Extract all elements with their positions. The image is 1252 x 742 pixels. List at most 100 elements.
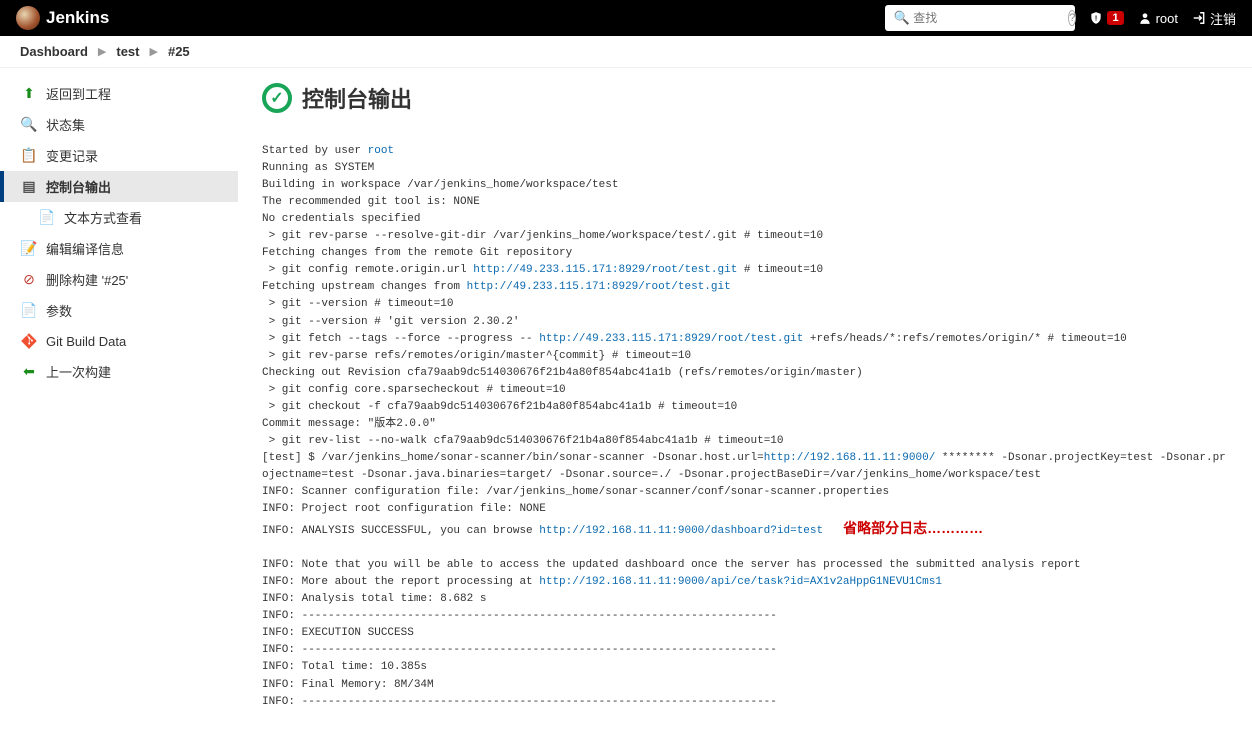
console-line: Checking out Revision cfa79aab9dc5140306… bbox=[262, 367, 863, 379]
user-name: root bbox=[1156, 11, 1178, 26]
console-line: Running as SYSTEM bbox=[262, 162, 374, 174]
help-icon[interactable]: ? bbox=[1068, 10, 1076, 26]
git-url-link[interactable]: http://49.233.115.171:8929/root/test.git bbox=[473, 264, 737, 276]
annotated-line: INFO: ANALYSIS SUCCESSFUL, you can brows… bbox=[262, 518, 1228, 540]
sidebar-item-git[interactable]: Git Build Data bbox=[0, 326, 238, 356]
logout-label: 注销 bbox=[1210, 9, 1236, 28]
user-icon bbox=[1138, 11, 1152, 25]
sidebar-item-back[interactable]: ⬆ 返回到工程 bbox=[0, 78, 238, 109]
console-line: Fetching changes from the remote Git rep… bbox=[262, 247, 572, 259]
breadcrumb-build[interactable]: #25 bbox=[168, 44, 190, 59]
body: ⬆ 返回到工程 🔍 状态集 📋 变更记录 ▤ 控制台输出 📄 文本方式查看 📝 … bbox=[0, 68, 1252, 742]
console-line: INFO: ANALYSIS SUCCESSFUL, you can brows… bbox=[262, 525, 539, 537]
breadcrumb-sep: ▶ bbox=[98, 45, 106, 58]
user-menu[interactable]: root bbox=[1138, 11, 1178, 26]
sonar-host-link[interactable]: http://192.168.11.11:9000/ bbox=[764, 452, 936, 464]
console-line: > git --version # 'git version 2.30.2' bbox=[262, 316, 519, 328]
console-line: > git rev-list --no-walk cfa79aab9dc5140… bbox=[262, 435, 784, 447]
console-line: > git config remote.origin.url bbox=[262, 264, 473, 276]
sidebar-item-label: Git Build Data bbox=[46, 334, 126, 349]
console-line: INFO: Analysis total time: 8.682 s bbox=[262, 593, 486, 605]
sonar-task-link[interactable]: http://192.168.11.11:9000/api/ce/task?id… bbox=[539, 576, 942, 588]
brand-text: Jenkins bbox=[46, 8, 109, 28]
sidebar-item-label: 文本方式查看 bbox=[64, 208, 142, 227]
console-line: Fetching upstream changes from bbox=[262, 281, 467, 293]
page-title: 控制台输出 bbox=[302, 82, 412, 114]
alert-count: 1 bbox=[1107, 11, 1123, 25]
arrow-up-icon: ⬆ bbox=[20, 85, 38, 103]
magnifier-icon: 🔍 bbox=[20, 116, 38, 134]
sidebar-item-editinfo[interactable]: 📝 编辑编译信息 bbox=[0, 233, 238, 264]
sidebar-item-changes[interactable]: 📋 变更记录 bbox=[0, 140, 238, 171]
search-input[interactable] bbox=[913, 11, 1068, 25]
list-icon: 📋 bbox=[20, 147, 38, 165]
sidebar-item-label: 变更记录 bbox=[46, 146, 98, 165]
console-output: Started by user root Running as SYSTEM B… bbox=[262, 126, 1228, 728]
sidebar-item-delete[interactable]: ⊘ 删除构建 '#25' bbox=[0, 264, 238, 295]
alerts[interactable]: ! 1 bbox=[1089, 11, 1123, 25]
console-line: Building in workspace /var/jenkins_home/… bbox=[262, 179, 618, 191]
console-line: > git rev-parse refs/remotes/origin/mast… bbox=[262, 350, 691, 362]
user-link[interactable]: root bbox=[368, 145, 394, 157]
brand[interactable]: Jenkins bbox=[16, 6, 109, 30]
page-title-row: ✓ 控制台输出 bbox=[262, 82, 1228, 114]
breadcrumb-dashboard[interactable]: Dashboard bbox=[20, 44, 88, 59]
logout-button[interactable]: 注销 bbox=[1192, 9, 1236, 28]
breadcrumb-project[interactable]: test bbox=[116, 44, 139, 59]
delete-icon: ⊘ bbox=[20, 271, 38, 289]
logout-icon bbox=[1192, 11, 1206, 25]
sidebar-item-status[interactable]: 🔍 状态集 bbox=[0, 109, 238, 140]
console-line: The recommended git tool is: NONE bbox=[262, 196, 480, 208]
sidebar-item-prev[interactable]: ⬅ 上一次构建 bbox=[0, 356, 238, 387]
edit-icon: 📝 bbox=[20, 240, 38, 258]
annotation-text: 省略部分日志………… bbox=[843, 518, 983, 540]
main-content: ✓ 控制台输出 Started by user root Running as … bbox=[238, 68, 1252, 742]
params-icon: 📄 bbox=[20, 302, 38, 320]
console-line: > git config core.sparsecheckout # timeo… bbox=[262, 384, 566, 396]
console-line: INFO: More about the report processing a… bbox=[262, 576, 539, 588]
console-line: INFO: Scanner configuration file: /var/j… bbox=[262, 486, 889, 498]
console-line: INFO: ----------------------------------… bbox=[262, 644, 777, 656]
sidebar-item-label: 删除构建 '#25' bbox=[46, 270, 128, 289]
console-inline: # timeout=10 bbox=[737, 264, 823, 276]
sidebar-item-label: 控制台输出 bbox=[46, 177, 111, 196]
sidebar-item-label: 编辑编译信息 bbox=[46, 239, 124, 258]
breadcrumb: Dashboard ▶ test ▶ #25 bbox=[0, 36, 1252, 68]
arrow-left-icon: ⬅ bbox=[20, 363, 38, 381]
breadcrumb-sep: ▶ bbox=[150, 45, 158, 58]
sidebar-item-plaintext[interactable]: 📄 文本方式查看 bbox=[0, 202, 238, 233]
svg-text:!: ! bbox=[1095, 15, 1097, 22]
sidebar-item-console[interactable]: ▤ 控制台输出 bbox=[0, 171, 238, 202]
git-url-link[interactable]: http://49.233.115.171:8929/root/test.git bbox=[539, 333, 803, 345]
console-line: Started by user bbox=[262, 145, 368, 157]
success-icon: ✓ bbox=[262, 83, 292, 113]
console-line: [test] $ /var/jenkins_home/sonar-scanner… bbox=[262, 452, 764, 464]
sidebar: ⬆ 返回到工程 🔍 状态集 📋 变更记录 ▤ 控制台输出 📄 文本方式查看 📝 … bbox=[0, 68, 238, 742]
console-line: INFO: Final Memory: 8M/34M bbox=[262, 679, 434, 691]
sidebar-item-label: 上一次构建 bbox=[46, 362, 111, 381]
console-line: > git --version # timeout=10 bbox=[262, 298, 453, 310]
console-line: No credentials specified bbox=[262, 213, 420, 225]
document-icon: 📄 bbox=[38, 209, 56, 227]
sidebar-item-label: 状态集 bbox=[46, 115, 85, 134]
sonar-dash-link[interactable]: http://192.168.11.11:9000/dashboard?id=t… bbox=[539, 525, 823, 537]
sidebar-item-label: 返回到工程 bbox=[46, 84, 111, 103]
search-icon: 🔍 bbox=[893, 10, 909, 26]
terminal-icon: ▤ bbox=[20, 178, 38, 196]
git-icon bbox=[20, 332, 38, 350]
shield-icon: ! bbox=[1089, 11, 1103, 25]
console-line: INFO: ----------------------------------… bbox=[262, 696, 777, 708]
jenkins-logo-icon bbox=[16, 6, 40, 30]
sidebar-item-params[interactable]: 📄 参数 bbox=[0, 295, 238, 326]
console-line: INFO: EXECUTION SUCCESS bbox=[262, 627, 414, 639]
console-line: INFO: Total time: 10.385s bbox=[262, 661, 427, 673]
console-line: > git fetch --tags --force --progress -- bbox=[262, 333, 539, 345]
console-line: Commit message: "版本2.0.0" bbox=[262, 418, 436, 430]
search-box[interactable]: 🔍 ? bbox=[885, 5, 1075, 31]
console-line: > git rev-parse --resolve-git-dir /var/j… bbox=[262, 230, 823, 242]
console-inline: +refs/heads/*:refs/remotes/origin/* # ti… bbox=[803, 333, 1126, 345]
git-url-link[interactable]: http://49.233.115.171:8929/root/test.git bbox=[467, 281, 731, 293]
console-line: INFO: Note that you will be able to acce… bbox=[262, 559, 1081, 571]
console-line: INFO: ----------------------------------… bbox=[262, 610, 777, 622]
console-line: > git checkout -f cfa79aab9dc514030676f2… bbox=[262, 401, 737, 413]
